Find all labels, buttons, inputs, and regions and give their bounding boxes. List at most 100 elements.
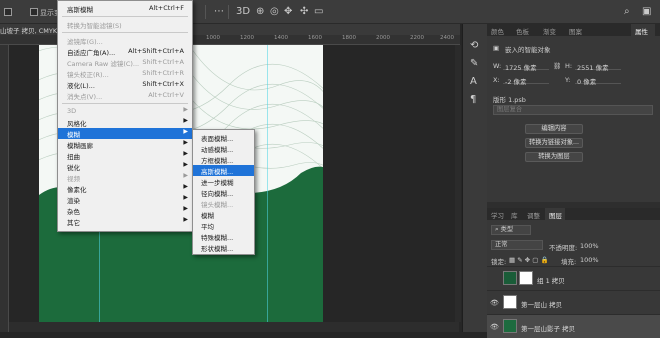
filter-menu-item[interactable]: 渲染 ▶ xyxy=(58,194,192,205)
layer-row-selected[interactable]: 👁 第一层山影子 拷贝 xyxy=(487,314,660,338)
blur-menu-item[interactable]: 进一步模糊 xyxy=(193,176,254,187)
lock-label: 锁定: xyxy=(491,258,507,266)
brush-settings-icon[interactable]: ✎ xyxy=(470,58,478,69)
menu-item-label: 表面模糊... xyxy=(201,135,234,143)
blur-menu-item[interactable]: 平均 xyxy=(193,220,254,231)
vertical-scrollbar[interactable] xyxy=(455,45,461,322)
auto-select-checkbox[interactable] xyxy=(4,8,12,16)
w-value: 1725 像素 xyxy=(505,64,537,72)
filter-menu-item[interactable]: 自适应广角(A)... Alt+Shift+Ctrl+A xyxy=(58,46,192,57)
menu-item-label: 液化(L)... xyxy=(67,82,95,90)
filter-menu-item: 镜头校正(R)... Shift+Ctrl+R xyxy=(58,68,192,79)
layer-comp-select[interactable]: 图层复合 xyxy=(493,105,653,115)
convert-to-linked-button[interactable]: 转换为链接对象... xyxy=(525,138,583,148)
distribute-icon[interactable]: ⋯ xyxy=(214,6,224,17)
fill-value[interactable]: 100% xyxy=(580,256,599,264)
tab-properties[interactable]: 属性 xyxy=(635,26,648,36)
blur-menu-item[interactable]: 形状模糊... xyxy=(193,242,254,253)
submenu-arrow-icon: ▶ xyxy=(183,139,188,146)
blend-mode-select[interactable]: 正常 xyxy=(491,240,543,250)
paragraph-icon[interactable]: ¶ xyxy=(470,94,476,105)
tab-gradients[interactable]: 渐变 xyxy=(543,26,556,36)
submenu-arrow-icon: ▶ xyxy=(183,183,188,190)
3d-mode-icon[interactable]: 3D xyxy=(236,6,250,17)
layer-row[interactable]: 👁 第一层山 拷贝 xyxy=(487,290,660,314)
tab-learn[interactable]: 学习 xyxy=(491,210,504,220)
blur-menu-item[interactable]: 模糊 xyxy=(193,209,254,220)
ruler-tick: 2000 xyxy=(376,35,390,41)
tab-layers[interactable]: 图层 xyxy=(549,210,562,220)
filter-menu-item[interactable]: 扭曲 ▶ xyxy=(58,150,192,161)
tab-libraries[interactable]: 库 xyxy=(511,210,518,220)
file-name: 版形 1.psb xyxy=(493,96,526,104)
submenu-arrow-icon: ▶ xyxy=(183,128,188,135)
edit-contents-button[interactable]: 编辑内容 xyxy=(525,124,583,134)
blur-menu-item[interactable]: 方框模糊... xyxy=(193,154,254,165)
menu-item-label: 模糊 xyxy=(67,131,80,139)
blur-menu-item[interactable]: 径向模糊... xyxy=(193,187,254,198)
menu-item-label: 镜头校正(R)... xyxy=(67,71,109,79)
show-transform-checkbox[interactable] xyxy=(30,8,38,16)
menu-item-label: 平均 xyxy=(201,223,214,231)
filter-menu-item[interactable]: 像素化 ▶ xyxy=(58,183,192,194)
y-label: Y: xyxy=(565,76,571,84)
ruler-tick: 1600 xyxy=(308,35,322,41)
tab-patterns[interactable]: 图案 xyxy=(569,26,582,36)
opacity-label: 不透明度: xyxy=(549,244,578,252)
filter-menu-item: 消失点(V)... Alt+Ctrl+V xyxy=(58,90,192,101)
character-icon[interactable]: A xyxy=(470,76,477,87)
link-icon[interactable]: ⛓ xyxy=(553,62,561,70)
search-icon[interactable]: ⌕ xyxy=(624,6,630,17)
drag-icon[interactable]: ✥ xyxy=(284,6,292,17)
ruler-tick: 1800 xyxy=(342,35,356,41)
workspace-icon[interactable]: ▣ xyxy=(642,6,651,17)
filter-menu-item[interactable]: 杂色 ▶ xyxy=(58,205,192,216)
menu-item-label: 像素化 xyxy=(67,186,87,194)
layer-thumbnail xyxy=(503,295,517,309)
scale-icon[interactable]: ▭ xyxy=(314,6,323,17)
opacity-value[interactable]: 100% xyxy=(580,242,599,250)
tab-swatches[interactable]: 色板 xyxy=(516,26,529,36)
filter-menu-item: 3D ▶ xyxy=(58,106,192,117)
menu-item-label: 高斯模糊 xyxy=(67,6,93,14)
filter-menu-item[interactable]: 锐化 ▶ xyxy=(58,161,192,172)
blur-menu-item[interactable]: 动感模糊... xyxy=(193,143,254,154)
tab-adjustments[interactable]: 调整 xyxy=(527,210,540,220)
blur-menu-item[interactable]: 高斯模糊... xyxy=(193,165,254,176)
history-icon[interactable]: ⟲ xyxy=(470,40,478,51)
blur-menu-item: 镜头模糊... xyxy=(193,198,254,209)
orbit-icon[interactable]: ⊕ xyxy=(256,6,264,17)
eye-icon[interactable]: 👁 xyxy=(490,299,499,307)
filter-menu-item[interactable]: 高斯模糊 Alt+Ctrl+F xyxy=(58,3,192,14)
slide-icon[interactable]: ✣ xyxy=(300,6,308,17)
filter-menu-item[interactable]: 液化(L)... Shift+Ctrl+X xyxy=(58,79,192,90)
submenu-arrow-icon: ▶ xyxy=(183,150,188,157)
ruler-tick: 1200 xyxy=(240,35,254,41)
filter-menu-item[interactable]: 模糊 ▶ xyxy=(58,128,192,139)
object-type: 嵌入的智能对象 xyxy=(505,46,551,54)
filter-kind-select[interactable]: ⌕ 类型 xyxy=(491,225,531,235)
y-value: 0 像素 xyxy=(577,78,597,86)
lock-icons[interactable]: ▦ ✎ ✥ ▢ 🔒 xyxy=(509,256,549,264)
filter-menu-item[interactable]: 风格化 ▶ xyxy=(58,117,192,128)
roll-icon[interactable]: ◎ xyxy=(270,6,279,17)
menu-item-label: 3D xyxy=(67,107,77,115)
menu-item-label: 杂色 xyxy=(67,208,80,216)
menu-item-label: 锐化 xyxy=(67,164,80,172)
convert-to-layers-button[interactable]: 转换为图层 xyxy=(525,152,583,162)
submenu-arrow-icon: ▶ xyxy=(183,216,188,223)
menu-item-label: 形状模糊... xyxy=(201,245,234,253)
menu-item-shortcut: Shift+Ctrl+R xyxy=(142,69,184,77)
blur-menu-item[interactable]: 特殊模糊... xyxy=(193,231,254,242)
eye-icon[interactable]: 👁 xyxy=(490,323,499,331)
layer-row[interactable]: 组 1 拷贝 xyxy=(487,266,660,290)
blur-menu-item[interactable]: 表面模糊... xyxy=(193,132,254,143)
layer-thumbnail xyxy=(503,319,517,333)
tab-color[interactable]: 颜色 xyxy=(491,26,504,36)
filter-menu-item[interactable]: 模糊画廊 ▶ xyxy=(58,139,192,150)
x-value: -2 像素 xyxy=(505,78,527,86)
menu-item-label: 动感模糊... xyxy=(201,146,234,154)
filter-menu-item[interactable]: 其它 ▶ xyxy=(58,216,192,227)
layers-panel: 学习 库 调整 图层 ⌕ 类型 正常 不透明度: 100% 锁定: ▦ ✎ ✥ … xyxy=(487,208,660,338)
horizontal-scrollbar[interactable] xyxy=(9,322,459,332)
